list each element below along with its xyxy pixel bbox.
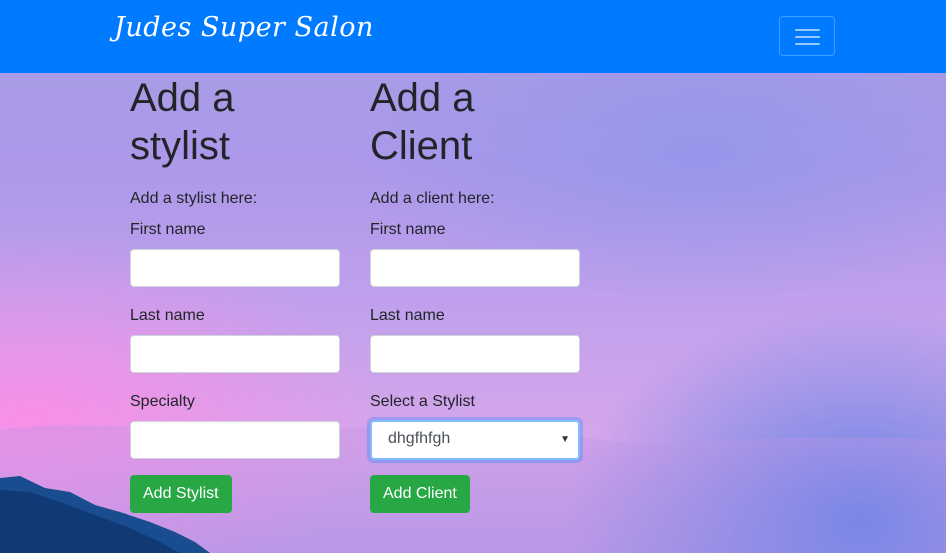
add-stylist-form: Add a stylist Add a stylist here:: [130, 73, 340, 211]
navbar-toggler-button[interactable]: [779, 16, 835, 56]
stylist-specialty-label: Specialty: [130, 393, 195, 410]
add-client-form: Add a Client Add a client here:: [370, 73, 580, 211]
chevron-down-icon: ▼: [560, 434, 570, 445]
stylist-first-name-label: First name: [130, 221, 206, 238]
add-stylist-button[interactable]: Add Stylist: [130, 475, 232, 513]
brand-logo[interactable]: Judes Super Salon: [114, 12, 374, 43]
stylist-last-name-label: Last name: [130, 307, 205, 324]
client-form-heading: Add a Client: [370, 76, 475, 168]
stylist-form-heading: Add a stylist: [130, 76, 235, 168]
stylist-form-lead: Add a stylist here:: [130, 190, 258, 207]
navbar: Judes Super Salon: [0, 0, 946, 73]
stylist-select[interactable]: dhgfhfgh ▼: [370, 420, 580, 460]
stylist-first-name-input[interactable]: [130, 249, 340, 287]
stylist-select-value: dhgfhfgh: [388, 430, 451, 447]
client-form-lead: Add a client here:: [370, 190, 495, 207]
client-last-name-label: Last name: [370, 307, 445, 324]
client-first-name-label: First name: [370, 221, 446, 238]
client-last-name-input[interactable]: [370, 335, 580, 373]
stylist-last-name-input[interactable]: [130, 335, 340, 373]
client-first-name-input[interactable]: [370, 249, 580, 287]
add-client-button[interactable]: Add Client: [370, 475, 470, 513]
stylist-specialty-input[interactable]: [130, 421, 340, 459]
stylist-select-label: Select a Stylist: [370, 393, 475, 410]
